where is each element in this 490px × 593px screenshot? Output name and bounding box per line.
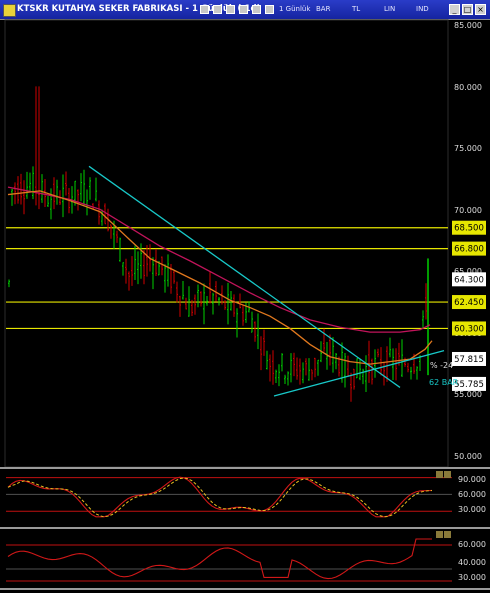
main-panel-frame bbox=[4, 19, 449, 468]
price-marker-label: 55.785 bbox=[454, 380, 484, 390]
price-tick: 75.000 bbox=[454, 144, 482, 153]
price-marker-label: 57.815 bbox=[454, 355, 484, 365]
panel-settings-icon bbox=[444, 531, 451, 538]
rsi-tick: 30.000 bbox=[458, 505, 486, 514]
lower-tick: 60.000 bbox=[458, 540, 486, 549]
chart-window: KTSKR KUTAHYA SEKER FABRIKASI - 1 Günlük… bbox=[0, 0, 490, 593]
rsi-tick: 60.000 bbox=[458, 490, 486, 499]
level-label: 68.500 bbox=[454, 224, 484, 234]
level-label: 66.800 bbox=[454, 245, 484, 255]
bar-count-label: 62 BAR bbox=[429, 378, 459, 387]
panel-settings-icon bbox=[436, 471, 443, 478]
panel-settings-icon bbox=[444, 471, 451, 478]
percent-change-label: % -24 bbox=[430, 361, 453, 370]
level-label: 60.300 bbox=[454, 324, 484, 334]
price-tick: 50.000 bbox=[454, 452, 482, 461]
price-marker-label: 64.300 bbox=[454, 275, 484, 285]
rsi-tick: 90.000 bbox=[458, 475, 486, 484]
price-tick: 85.000 bbox=[454, 21, 482, 30]
price-tick: 70.000 bbox=[454, 206, 482, 215]
level-label: 62.450 bbox=[454, 298, 484, 308]
price-tick: 55.000 bbox=[454, 390, 482, 399]
lower-tick: 40.000 bbox=[458, 558, 486, 567]
panel-settings-icon bbox=[436, 531, 443, 538]
price-tick: 80.000 bbox=[454, 83, 482, 92]
lower-tick: 30.000 bbox=[458, 573, 486, 582]
slow-moving-average bbox=[7, 186, 431, 333]
downtrend-line bbox=[88, 165, 401, 388]
price-chart[interactable]: 85.000 80.000 75.000 70.000 65.000 60.00… bbox=[0, 0, 490, 593]
